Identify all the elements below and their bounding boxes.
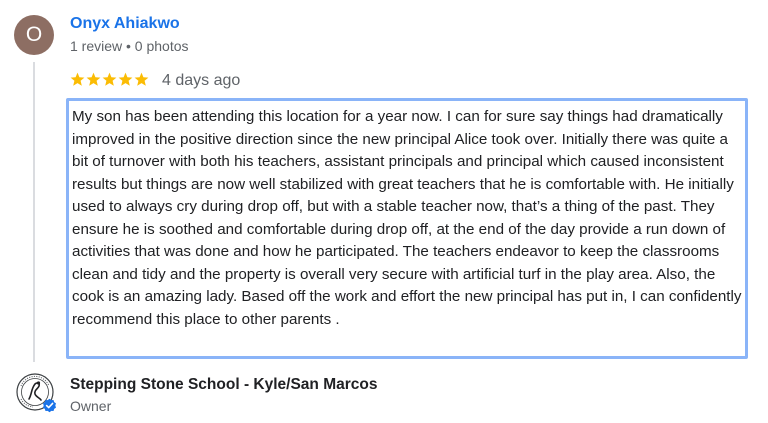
owner-business-name[interactable]: Stepping Stone School - Kyle/San Marcos <box>70 376 377 394</box>
star-icon <box>86 72 101 86</box>
verified-check-icon <box>43 398 56 413</box>
review-card: O Onyx Ahiakwo 1 review • 0 photos 4 day… <box>0 0 768 423</box>
review-text-container: My son has been attending this location … <box>66 98 748 359</box>
reviewer-name-link[interactable]: Onyx Ahiakwo <box>70 15 180 33</box>
star-icon <box>134 72 149 86</box>
owner-role-label: Owner <box>70 398 112 414</box>
reviewer-avatar[interactable]: O <box>14 15 54 55</box>
review-text: My son has been attending this location … <box>72 108 742 328</box>
thread-line-divider <box>33 62 35 362</box>
star-icon <box>102 72 117 86</box>
review-date: 4 days ago <box>162 72 241 89</box>
reviewer-meta: 1 review • 0 photos <box>70 38 189 54</box>
star-icon <box>70 72 85 86</box>
owner-logo[interactable] <box>15 372 57 414</box>
star-rating <box>70 70 149 90</box>
star-icon <box>118 72 133 86</box>
